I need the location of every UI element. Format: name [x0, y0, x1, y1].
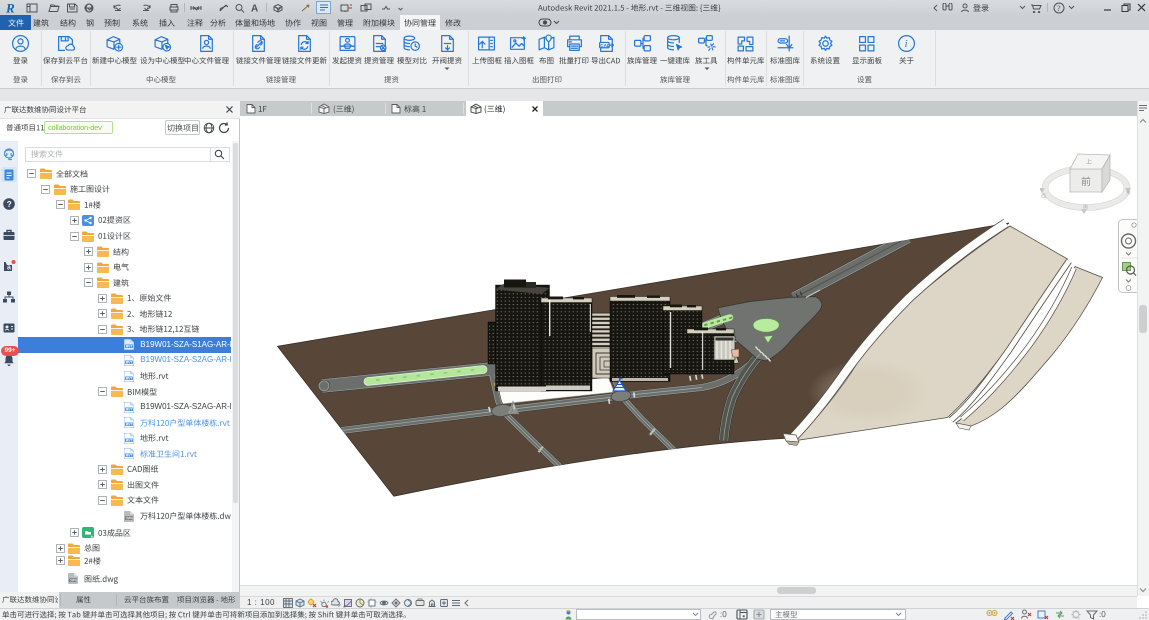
svg-text:RVT: RVT — [126, 423, 134, 427]
svg-text:?: ? — [1057, 4, 1061, 13]
svg-text:?: ? — [7, 200, 12, 209]
svg-text:R: R — [6, 1, 15, 14]
svg-text:RVT: RVT — [126, 345, 134, 349]
svg-text:RVT: RVT — [126, 360, 134, 364]
svg-text:a: a — [7, 264, 11, 271]
svg-text:RVT: RVT — [126, 376, 134, 380]
svg-text:DWG: DWG — [69, 578, 77, 582]
svg-text:A: A — [251, 4, 258, 14]
svg-text:RVT: RVT — [126, 407, 134, 411]
svg-text:CAD: CAD — [600, 43, 610, 48]
svg-text:DWG: DWG — [126, 516, 134, 520]
svg-text:RVT: RVT — [126, 454, 134, 458]
svg-text:i: i — [904, 39, 907, 50]
svg-text:RVT: RVT — [126, 438, 134, 442]
